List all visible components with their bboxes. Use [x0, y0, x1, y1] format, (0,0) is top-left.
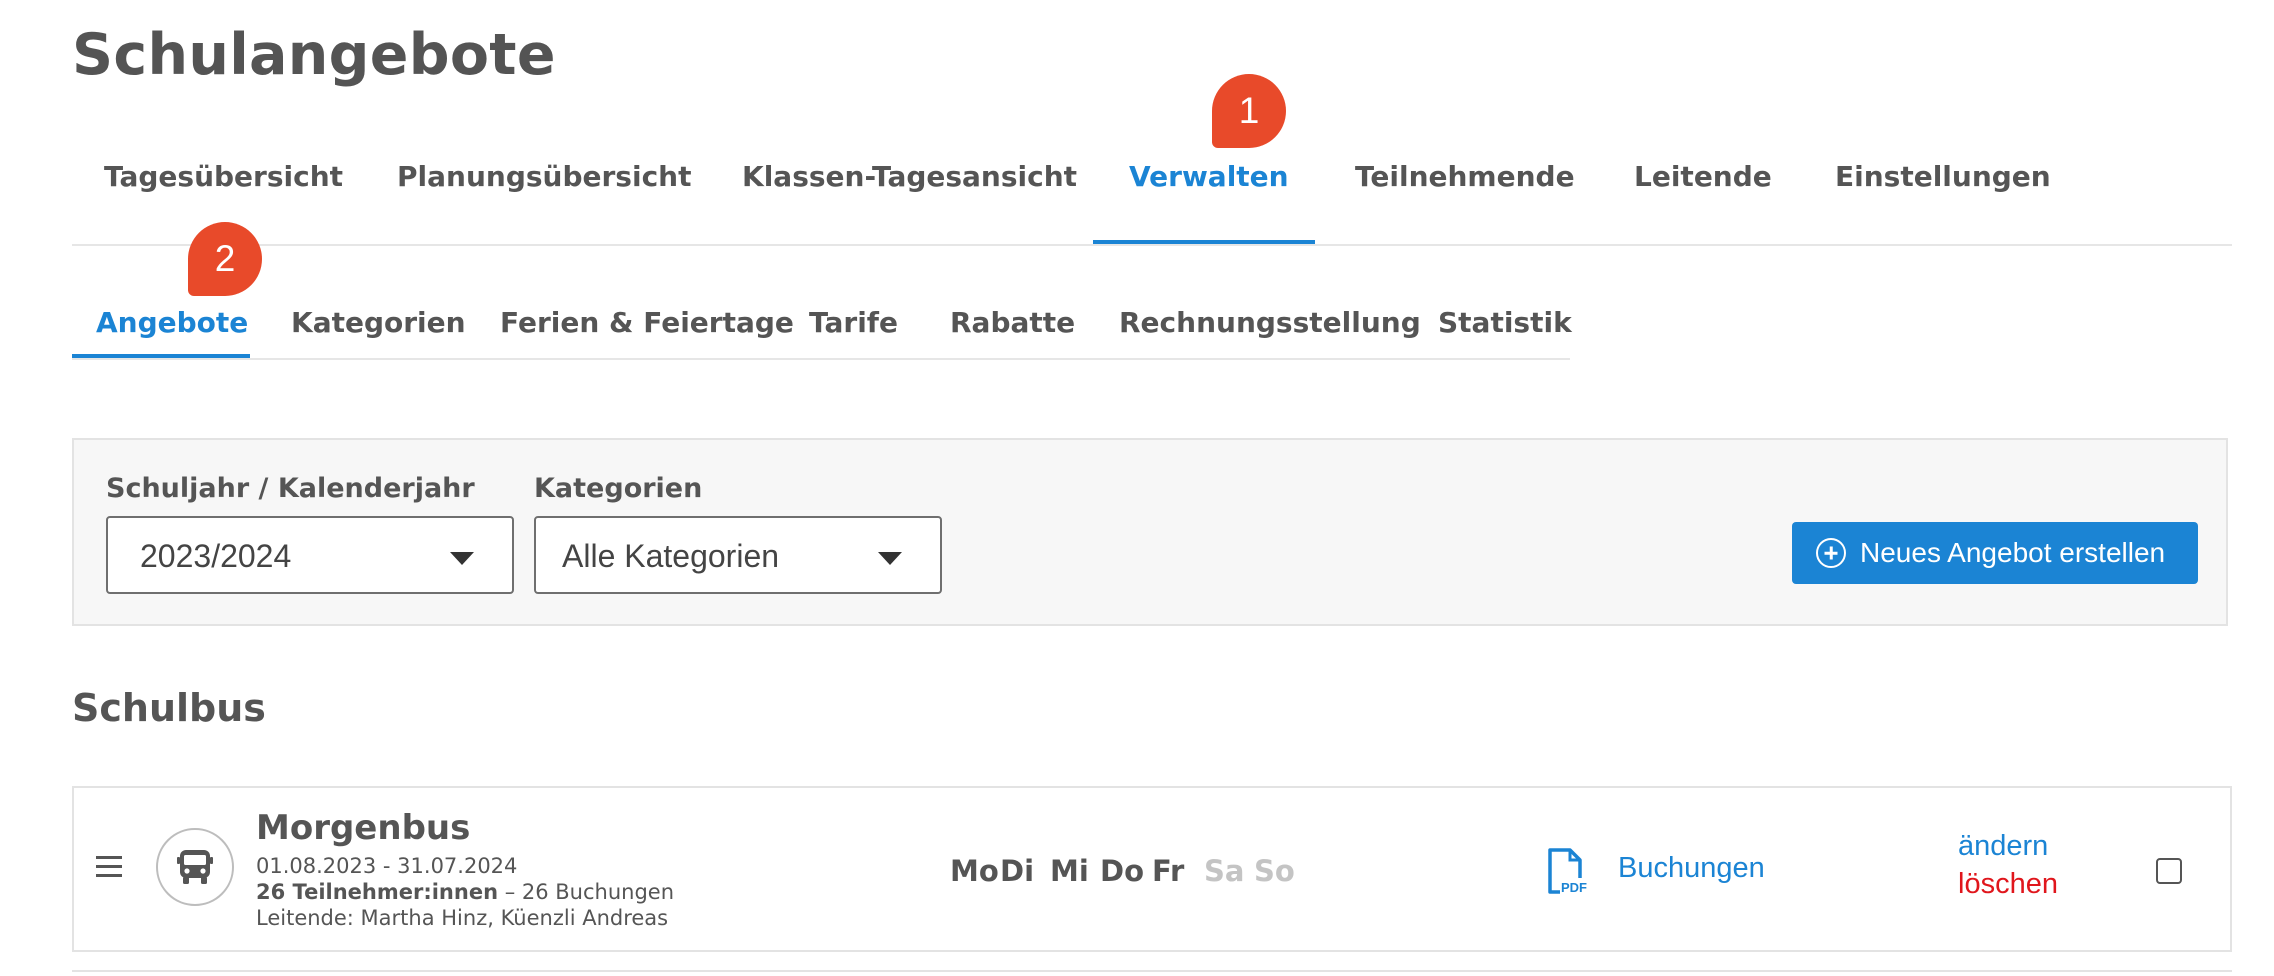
tab-teilnehmende[interactable]: Teilnehmende [1355, 160, 1575, 193]
section-title: Schulbus [72, 686, 266, 730]
subtab-kategorien[interactable]: Kategorien [291, 306, 466, 339]
new-offer-button[interactable]: Neues Angebot erstellen [1792, 522, 2198, 584]
next-row-edge [72, 970, 2232, 976]
tab-verwalten[interactable]: Verwalten [1129, 160, 1289, 193]
tab-einstellungen[interactable]: Einstellungen [1835, 160, 2051, 193]
category-select-value: Alle Kategorien [562, 538, 780, 574]
tab-tagesuebersicht[interactable]: Tagesübersicht [104, 160, 343, 193]
year-select-value: 2023/2024 [140, 538, 292, 574]
tab-klassen-tagesansicht[interactable]: Klassen-Tagesansicht [742, 160, 1077, 193]
year-filter-label: Schuljahr / Kalenderjahr [106, 473, 475, 504]
subtab-rechnungsstellung[interactable]: Rechnungsstellung [1119, 306, 1421, 339]
edit-link[interactable]: ändern [1958, 830, 2048, 863]
plus-circle-icon [1816, 538, 1846, 568]
svg-text:PDF: PDF [1561, 880, 1587, 895]
active-tab-indicator [1093, 240, 1315, 244]
booking-count: – 26 Buchungen [498, 880, 675, 904]
sub-tab-bar: Angebote Kategorien Ferien & Feiertage T… [72, 288, 1572, 360]
subtab-angebote[interactable]: Angebote [96, 306, 248, 339]
pdf-icon[interactable]: PDF [1546, 848, 1590, 896]
bookings-link[interactable]: Buchungen [1618, 852, 1765, 885]
caret-down-icon [878, 552, 902, 565]
subtab-tarife[interactable]: Tarife [809, 306, 898, 339]
bus-icon [177, 850, 213, 884]
weekday-do: Do [1100, 854, 1144, 888]
tab-leitende[interactable]: Leitende [1634, 160, 1772, 193]
subtab-rabatte[interactable]: Rabatte [950, 306, 1075, 339]
category-filter-label: Kategorien [534, 473, 703, 504]
subtab-ferien-feiertage[interactable]: Ferien & Feiertage [500, 306, 794, 339]
year-select[interactable]: 2023/2024 [106, 516, 514, 594]
offer-dates: 01.08.2023 - 31.07.2024 [256, 854, 518, 878]
annotation-badge-1: 1 [1212, 74, 1286, 148]
weekday-so: So [1254, 854, 1295, 888]
subtab-statistik[interactable]: Statistik [1438, 306, 1572, 339]
annotation-badge-2: 2 [188, 222, 262, 296]
offer-avatar [156, 828, 234, 906]
weekday-mi: Mi [1050, 854, 1089, 888]
select-checkbox[interactable] [2156, 858, 2182, 884]
weekday-fr: Fr [1152, 854, 1185, 888]
list-item: Morgenbus 01.08.2023 - 31.07.2024 26 Tei… [72, 786, 2232, 952]
participant-count: 26 Teilnehmer:innen [256, 880, 499, 904]
category-select[interactable]: Alle Kategorien [534, 516, 942, 594]
delete-link[interactable]: löschen [1958, 868, 2058, 901]
caret-down-icon [450, 552, 474, 565]
page-title: Schulangebote [72, 22, 556, 88]
offer-participants: 26 Teilnehmer:innen – 26 Buchungen [256, 880, 674, 904]
new-offer-button-label: Neues Angebot erstellen [1860, 537, 2166, 568]
weekday-mo: Mo [950, 854, 999, 888]
tab-planungsuebersicht[interactable]: Planungsübersicht [397, 160, 691, 193]
offer-name: Morgenbus [256, 808, 471, 848]
weekday-di: Di [1000, 854, 1035, 888]
drag-handle-icon[interactable] [96, 856, 122, 878]
weekday-sa: Sa [1204, 854, 1245, 888]
active-subtab-indicator [72, 354, 250, 358]
main-tab-bar: Tagesübersicht Planungsübersicht Klassen… [72, 140, 2232, 246]
offer-leaders: Leitende: Martha Hinz, Küenzli Andreas [256, 906, 669, 930]
